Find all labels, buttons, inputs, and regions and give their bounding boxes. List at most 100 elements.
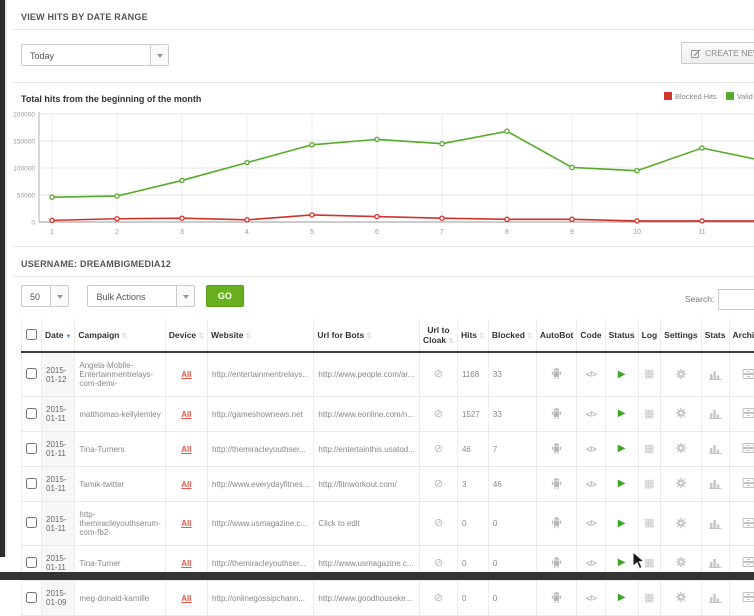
status-play-icon[interactable]: ▶: [618, 518, 626, 529]
date-range-select[interactable]: Today: [21, 44, 169, 66]
code-icon[interactable]: </>: [586, 559, 596, 568]
status-play-icon[interactable]: ▶: [618, 408, 626, 419]
archive-box-icon[interactable]: [742, 442, 754, 454]
code-icon[interactable]: </>: [586, 445, 596, 454]
website-cell[interactable]: http://themiracleyouthser...: [208, 432, 314, 467]
column-header-website[interactable]: Website⇅: [208, 319, 314, 352]
log-icon[interactable]: ▦: [644, 478, 654, 490]
sort-icon[interactable]: ⇅: [527, 333, 533, 340]
website-cell[interactable]: http://onlinegossipchann...: [208, 581, 314, 616]
stats-barchart-icon[interactable]: [709, 556, 722, 568]
url-cloak-icon[interactable]: ⊘: [434, 517, 443, 529]
row-checkbox[interactable]: [26, 557, 37, 568]
archive-box-icon[interactable]: [742, 591, 754, 603]
website-cell[interactable]: http://entertainmentrelays...: [208, 352, 314, 397]
row-checkbox[interactable]: [26, 368, 37, 379]
row-checkbox[interactable]: [26, 408, 37, 419]
page-size-select[interactable]: 50: [21, 285, 69, 307]
url-cloak-icon[interactable]: ⊘: [434, 592, 443, 604]
column-header-url-for-bots[interactable]: Url for Bots⇅: [314, 319, 420, 352]
archive-box-icon[interactable]: [742, 407, 754, 419]
device-link[interactable]: All: [181, 480, 191, 489]
status-play-icon[interactable]: ▶: [618, 592, 626, 603]
log-icon[interactable]: ▦: [644, 408, 654, 420]
sort-icon[interactable]: ⇅: [366, 333, 372, 340]
autobot-android-icon[interactable]: [550, 516, 563, 529]
bulk-actions-select[interactable]: Bulk Actions: [87, 285, 195, 307]
archive-box-icon[interactable]: [742, 477, 754, 489]
row-checkbox[interactable]: [26, 443, 37, 454]
url-cloak-icon[interactable]: ⊘: [434, 557, 443, 569]
row-checkbox[interactable]: [26, 478, 37, 489]
stats-barchart-icon[interactable]: [709, 407, 722, 419]
row-checkbox[interactable]: [26, 517, 37, 528]
url-for-bots-cell[interactable]: Click to edit: [314, 502, 420, 546]
row-checkbox[interactable]: [26, 592, 37, 603]
create-new-campaign-button[interactable]: CREATE NEW CAMPAIGN: [681, 42, 754, 64]
device-link[interactable]: All: [181, 370, 191, 379]
url-cloak-icon[interactable]: ⊘: [434, 408, 443, 420]
column-header-device[interactable]: Device⇅: [165, 319, 207, 352]
archive-box-icon[interactable]: [742, 556, 754, 568]
archive-box-icon[interactable]: [742, 368, 754, 380]
sort-icon[interactable]: ⇅: [448, 338, 454, 345]
settings-gear-icon[interactable]: [675, 556, 687, 568]
settings-gear-icon[interactable]: [675, 477, 687, 489]
device-link[interactable]: All: [181, 559, 191, 568]
url-for-bots-cell[interactable]: http://fitnworkout.com/: [314, 467, 420, 502]
settings-gear-icon[interactable]: [675, 368, 687, 380]
autobot-android-icon[interactable]: [550, 591, 563, 604]
stats-barchart-icon[interactable]: [709, 477, 722, 489]
stats-barchart-icon[interactable]: [709, 517, 722, 529]
code-icon[interactable]: </>: [586, 480, 596, 489]
status-play-icon[interactable]: ▶: [618, 557, 626, 568]
autobot-android-icon[interactable]: [550, 477, 563, 490]
settings-gear-icon[interactable]: [675, 591, 687, 603]
url-cloak-icon[interactable]: ⊘: [434, 478, 443, 490]
settings-gear-icon[interactable]: [675, 407, 687, 419]
sort-icon[interactable]: ⇅: [479, 333, 485, 340]
log-icon[interactable]: ▦: [644, 557, 654, 569]
url-for-bots-cell[interactable]: http://www.goodhouseke...: [314, 581, 420, 616]
device-link[interactable]: All: [181, 519, 191, 528]
stats-barchart-icon[interactable]: [709, 591, 722, 603]
archive-box-icon[interactable]: [742, 517, 754, 529]
column-header-date[interactable]: Date▼: [42, 319, 75, 352]
search-input[interactable]: [718, 289, 754, 310]
sort-icon[interactable]: ⇅: [121, 333, 127, 340]
settings-gear-icon[interactable]: [675, 442, 687, 454]
device-link[interactable]: All: [181, 410, 191, 419]
code-icon[interactable]: </>: [586, 594, 596, 603]
column-header-hits[interactable]: Hits⇅: [457, 319, 488, 352]
autobot-android-icon[interactable]: [550, 407, 563, 420]
status-play-icon[interactable]: ▶: [618, 369, 626, 380]
autobot-android-icon[interactable]: [550, 442, 563, 455]
column-header-blocked[interactable]: Blocked⇅: [488, 319, 536, 352]
select-all-checkbox[interactable]: [26, 329, 37, 340]
status-play-icon[interactable]: ▶: [618, 443, 626, 454]
stats-barchart-icon[interactable]: [709, 368, 722, 380]
sort-active-icon[interactable]: ▼: [65, 334, 71, 340]
code-icon[interactable]: </>: [586, 519, 596, 528]
website-cell[interactable]: http://gameshownews.net: [208, 397, 314, 432]
log-icon[interactable]: ▦: [644, 592, 654, 604]
device-link[interactable]: All: [181, 445, 191, 454]
column-header-campaign[interactable]: Campaign⇅: [75, 319, 165, 352]
go-button[interactable]: GO: [206, 285, 244, 307]
device-link[interactable]: All: [181, 594, 191, 603]
autobot-android-icon[interactable]: [550, 367, 563, 380]
sort-icon[interactable]: ⇅: [198, 333, 204, 340]
code-icon[interactable]: </>: [586, 370, 596, 379]
column-header-url-to-cloak[interactable]: Url to Cloak⇅: [419, 319, 457, 352]
log-icon[interactable]: ▦: [644, 368, 654, 380]
code-icon[interactable]: </>: [586, 410, 596, 419]
settings-gear-icon[interactable]: [675, 517, 687, 529]
autobot-android-icon[interactable]: [550, 556, 563, 569]
url-cloak-icon[interactable]: ⊘: [434, 368, 443, 380]
log-icon[interactable]: ▦: [644, 443, 654, 455]
website-cell[interactable]: http://www.everydayfitnes...: [208, 467, 314, 502]
url-cloak-icon[interactable]: ⊘: [434, 443, 443, 455]
status-play-icon[interactable]: ▶: [618, 478, 626, 489]
url-for-bots-cell[interactable]: http://www.people.com/ar...: [314, 352, 420, 397]
sort-icon[interactable]: ⇅: [245, 333, 251, 340]
